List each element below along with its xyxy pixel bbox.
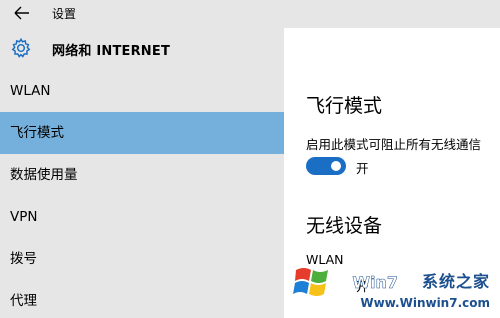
windows-flag-icon	[293, 268, 328, 296]
back-arrow-icon[interactable]	[13, 5, 31, 21]
sidebar-item-label: WLAN	[10, 83, 51, 99]
sidebar-item-label: VPN	[10, 209, 38, 225]
sidebar-item-label: 拨号	[10, 251, 37, 267]
watermark-brand: Win7	[352, 273, 398, 293]
watermark-name: 系统之家	[421, 272, 490, 291]
sidebar: 网络和 INTERNET WLAN 飞行模式 数据使用量 VPN 拨号 代理	[0, 28, 284, 318]
airplane-mode-toggle[interactable]	[306, 157, 346, 175]
watermark-url: Www.Winwin7.com	[360, 296, 490, 310]
sidebar-item-proxy[interactable]: 代理	[0, 280, 284, 318]
toggle-knob	[331, 161, 341, 171]
sidebar-item-dialup[interactable]: 拨号	[0, 238, 284, 280]
airplane-mode-state: 开	[356, 161, 369, 176]
watermark-logo: Win7 系统之家 Www.Winwin7.com	[292, 258, 498, 316]
sidebar-item-airplane-mode[interactable]: 飞行模式	[0, 112, 284, 154]
window-title: 设置	[52, 7, 77, 21]
sidebar-item-label: 代理	[10, 293, 37, 309]
sidebar-item-vpn[interactable]: VPN	[0, 196, 284, 238]
page-title: 网络和 INTERNET	[52, 44, 171, 59]
settings-header: 网络和 INTERNET	[0, 28, 284, 70]
title-bar: 设置	[0, 0, 500, 28]
airplane-mode-heading: 飞行模式	[306, 95, 383, 117]
airplane-mode-description: 启用此模式可阻止所有无线通信	[306, 137, 482, 152]
gear-icon	[11, 37, 31, 58]
sidebar-item-label: 飞行模式	[10, 125, 64, 141]
sidebar-item-wlan[interactable]: WLAN	[0, 70, 284, 112]
sidebar-item-data-usage[interactable]: 数据使用量	[0, 154, 284, 196]
wireless-devices-heading: 无线设备	[306, 215, 383, 237]
sidebar-item-label: 数据使用量	[10, 167, 78, 183]
